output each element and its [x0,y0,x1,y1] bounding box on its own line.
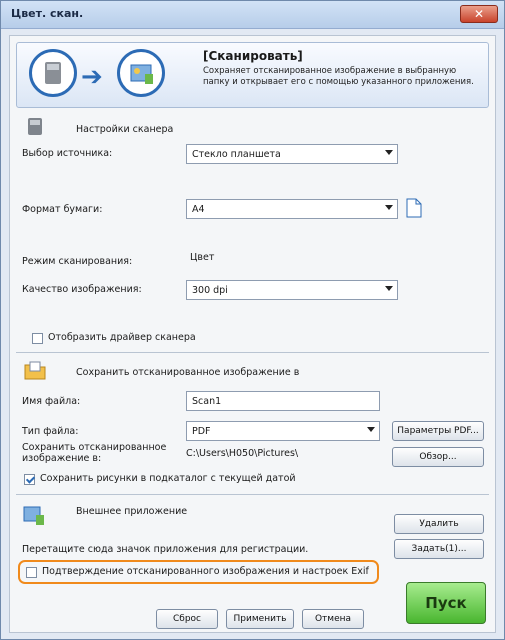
file-type-value: PDF [192,426,211,437]
source-value: Стекло планшета [192,149,281,160]
chevron-down-icon [367,427,375,432]
file-type-label: Тип файла: [22,426,79,437]
title-bar: Цвет. скан. ✕ [1,1,504,29]
document-icon [406,198,422,218]
scanner-icon [28,118,42,135]
image-quality-label: Качество изображения: [22,284,142,295]
paper-size-value: A4 [192,204,205,215]
scanner-settings-label: Настройки сканера [76,124,174,135]
file-name-label: Имя файла: [22,396,81,407]
drag-hint[interactable]: Перетащите сюда значок приложения для ре… [22,544,308,555]
file-name-input[interactable]: Scan1 [186,391,380,411]
divider [16,352,489,353]
image-quality-select[interactable]: 300 dpi [186,280,398,300]
scan-mode-label: Режим сканирования: [22,256,133,267]
arrow-right-icon: ➔ [81,62,103,92]
apply-button[interactable]: Применить [226,609,294,629]
application-circle-icon [117,49,165,97]
source-select[interactable]: Стекло планшета [186,144,398,164]
cancel-button[interactable]: Отмена [302,609,364,629]
window-title: Цвет. скан. [11,7,84,20]
external-app-label: Внешнее приложение [76,506,188,517]
remove-app-button[interactable]: Удалить [394,514,484,534]
paper-size-select[interactable]: A4 [186,199,398,219]
confirm-checkbox[interactable] [26,567,37,578]
divider [16,494,489,495]
banner-title: [Сканировать] [203,49,303,63]
scanner-circle-icon [29,49,77,97]
subfolder-label: Сохранить рисунки в подкаталог с текущей… [40,473,296,484]
file-name-value: Scan1 [192,396,222,407]
chevron-down-icon [385,286,393,291]
browse-button[interactable]: Обзор... [392,447,484,467]
folder-icon [24,361,46,380]
paper-size-label: Формат бумаги: [22,204,103,215]
show-driver-label: Отобразить драйвер сканера [48,332,196,343]
chevron-down-icon [385,205,393,210]
banner-description: Сохраняет отсканированное изображение в … [203,66,474,87]
reset-button[interactable]: Сброс [156,609,218,629]
scan-window: Цвет. скан. ✕ ➔ [Сканировать] Сохраняет … [0,0,505,640]
save-to-path: C:\Users\H050\Pictures\ [186,448,299,459]
source-label: Выбор источника: [22,148,113,159]
scan-banner: ➔ [Сканировать] Сохраняет отсканированно… [16,42,489,108]
subfolder-checkbox[interactable] [24,474,35,485]
scan-mode-value: Цвет [190,252,215,263]
chevron-down-icon [385,150,393,155]
image-quality-value: 300 dpi [192,285,228,296]
start-button[interactable]: Пуск [406,582,486,624]
application-icon [23,506,44,525]
pdf-params-button[interactable]: Параметры PDF... [392,421,484,441]
dialog-body: ➔ [Сканировать] Сохраняет отсканированно… [9,35,496,633]
show-driver-checkbox[interactable] [32,333,43,344]
set-app-button[interactable]: Задать(1)... [394,539,484,559]
close-button[interactable]: ✕ [460,5,498,23]
file-type-select[interactable]: PDF [186,421,380,441]
save-section-label: Сохранить отсканированное изображение в [76,367,300,378]
confirm-label: Подтверждение отсканированного изображен… [42,566,369,577]
save-to-label: Сохранить отсканированное изображение в: [22,442,167,464]
